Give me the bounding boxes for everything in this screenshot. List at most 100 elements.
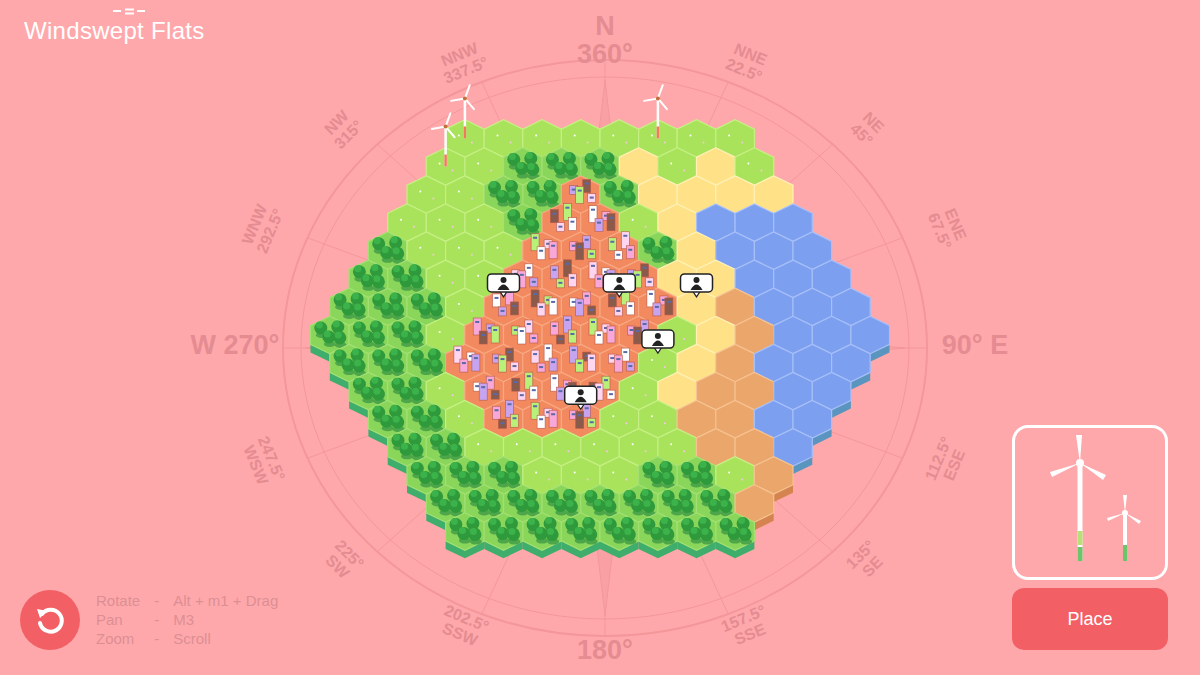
building-icon — [614, 355, 622, 372]
tree-highlight — [536, 527, 543, 534]
map-tile[interactable] — [523, 513, 562, 559]
tree-highlight — [459, 527, 466, 534]
person-icon — [691, 284, 703, 290]
tree-highlight — [509, 209, 516, 216]
tree-icon — [507, 528, 520, 541]
window-icon — [597, 386, 601, 388]
building-icon — [556, 335, 564, 344]
window-icon — [590, 421, 594, 423]
map-tile[interactable] — [677, 513, 716, 559]
tree-highlight — [401, 387, 408, 394]
reset-button[interactable] — [20, 590, 80, 650]
building-icon — [511, 414, 519, 427]
tree-highlight — [509, 528, 516, 535]
tree-highlight — [517, 499, 524, 506]
window-icon — [558, 226, 562, 228]
tree-icon — [650, 527, 663, 540]
flower-icon — [728, 134, 730, 136]
flower-icon — [612, 134, 614, 136]
resident-marker[interactable] — [681, 274, 713, 297]
building-icon — [626, 246, 634, 259]
tree-highlight — [449, 433, 456, 440]
wind-turbine-icon[interactable] — [644, 85, 667, 138]
building-icon — [568, 330, 576, 343]
building-icon — [493, 294, 501, 307]
tree-icon — [391, 416, 404, 429]
tree-icon — [719, 500, 732, 513]
tree-highlight — [470, 472, 477, 479]
tree-highlight — [555, 499, 562, 506]
window-icon — [520, 394, 524, 396]
building-icon — [576, 299, 584, 316]
flower-icon — [452, 338, 454, 340]
tree-icon — [419, 415, 432, 428]
tree-highlight — [710, 499, 717, 506]
window-icon — [546, 347, 550, 349]
flower-icon — [452, 394, 454, 396]
building-icon — [549, 358, 557, 371]
window-icon — [570, 333, 574, 335]
tree-icon — [322, 331, 335, 344]
tree-highlight — [509, 490, 516, 497]
tree-highlight — [622, 180, 629, 187]
tree-highlight — [420, 471, 427, 478]
tree-icon — [535, 190, 548, 203]
window-icon — [565, 263, 569, 265]
window-icon — [558, 390, 562, 392]
tree-icon — [400, 443, 413, 456]
flower-icon — [587, 141, 589, 143]
flower-icon — [439, 219, 441, 221]
window-icon — [481, 386, 485, 388]
tree-highlight — [547, 490, 554, 497]
game-stage[interactable]: N360°NNE22.5°NE45°ENE67.5°90° E112.5°ESE… — [0, 0, 1200, 675]
wind-turbine-icon[interactable] — [451, 85, 474, 138]
building-icon — [665, 298, 673, 315]
tree-highlight — [420, 415, 427, 422]
flower-icon — [490, 450, 492, 452]
tree-highlight — [644, 237, 651, 244]
resident-marker[interactable] — [642, 330, 674, 353]
resident-marker[interactable] — [603, 274, 635, 297]
map-tile[interactable] — [446, 513, 485, 559]
place-button[interactable]: Place — [1012, 588, 1168, 650]
map-tile[interactable] — [600, 513, 639, 559]
control-hint-keys: M3 — [173, 611, 278, 629]
compass-spoke — [605, 348, 833, 552]
flower-icon — [458, 134, 460, 136]
building-icon — [499, 307, 507, 316]
tree-highlight — [352, 292, 359, 299]
flower-icon — [741, 478, 743, 480]
tree-highlight — [401, 443, 408, 450]
window-icon — [572, 301, 576, 303]
tree-highlight — [517, 162, 524, 169]
wind-turbine-card[interactable] — [1012, 425, 1168, 580]
flower-icon — [439, 387, 441, 389]
map-tile[interactable] — [639, 513, 678, 559]
tree-icon — [728, 527, 741, 540]
resident-marker[interactable] — [565, 386, 597, 409]
window-icon — [552, 269, 556, 271]
window-icon — [590, 357, 594, 359]
tree-highlight — [391, 236, 398, 243]
tree-highlight — [490, 181, 497, 188]
resident-marker[interactable] — [488, 274, 520, 297]
building-icon — [493, 406, 501, 419]
tree-highlight — [683, 462, 690, 469]
tree-highlight — [661, 517, 668, 524]
tree-highlight — [401, 274, 408, 281]
tree-highlight — [738, 517, 745, 524]
window-icon — [514, 381, 518, 383]
window-icon — [533, 293, 537, 295]
tree-icon — [353, 303, 366, 316]
map-tile[interactable] — [716, 513, 755, 559]
map-tile[interactable] — [561, 513, 600, 559]
tree-highlight — [652, 527, 659, 534]
tree-icon — [457, 527, 470, 540]
tree-highlight — [432, 490, 439, 497]
wind-turbine-icon[interactable] — [432, 113, 455, 166]
window-icon — [597, 334, 601, 336]
compass-label: WNW292.5° — [239, 200, 288, 256]
tree-icon — [353, 360, 366, 373]
flower-icon — [741, 141, 743, 143]
map-tile[interactable] — [484, 513, 523, 559]
